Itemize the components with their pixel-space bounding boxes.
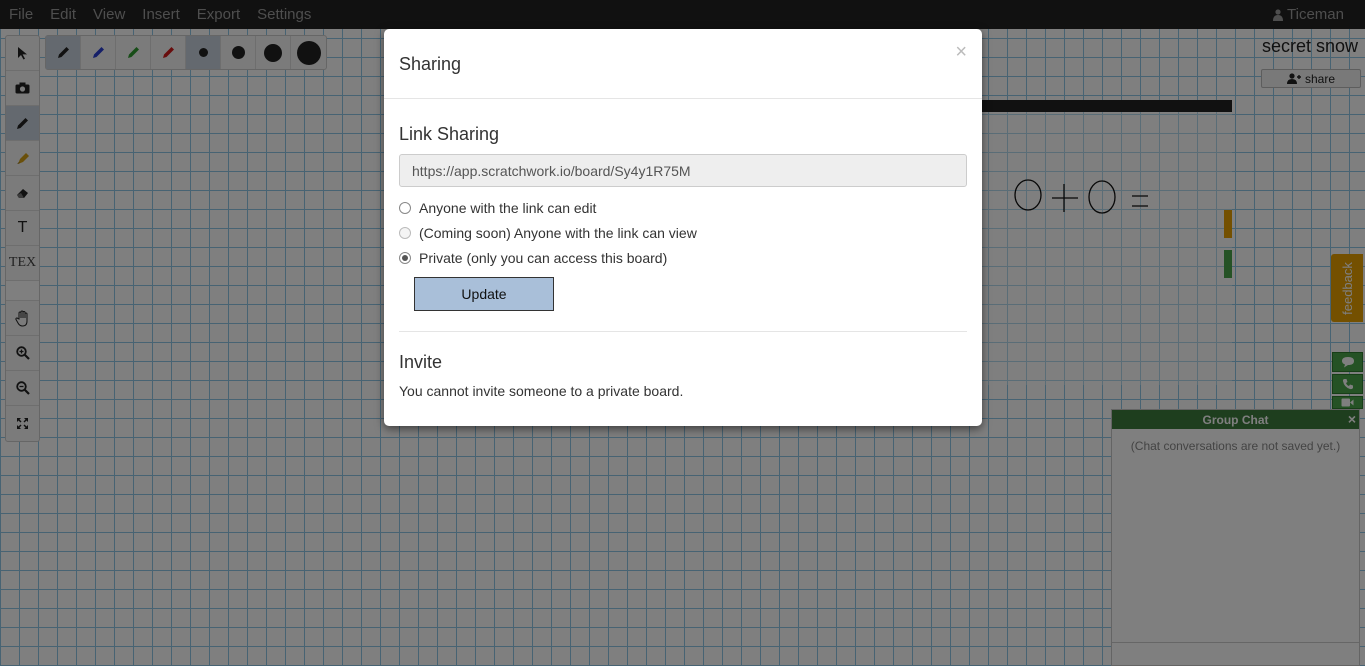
option-label: (Coming soon) Anyone with the link can v… <box>419 224 697 241</box>
option-anyone-can-view: (Coming soon) Anyone with the link can v… <box>399 220 967 245</box>
radio-button[interactable] <box>399 251 411 264</box>
radio-button[interactable] <box>399 201 411 214</box>
share-link-field[interactable] <box>399 154 967 187</box>
dialog-title: Sharing <box>399 54 462 74</box>
dialog-header: Sharing × <box>384 29 982 99</box>
option-label: Anyone with the link can edit <box>419 199 597 216</box>
section-divider <box>399 331 967 332</box>
option-anyone-can-edit[interactable]: Anyone with the link can edit <box>399 195 967 220</box>
invite-heading: Invite <box>399 352 443 372</box>
invite-message: You cannot invite someone to a private b… <box>399 383 684 399</box>
option-label: Private (only you can access this board) <box>419 249 668 266</box>
sharing-dialog: Sharing × Link Sharing Anyone with the l… <box>384 29 982 426</box>
link-sharing-heading: Link Sharing <box>399 124 500 144</box>
dialog-body: Link Sharing Anyone with the link can ed… <box>384 124 982 399</box>
radio-button <box>399 226 411 239</box>
option-private[interactable]: Private (only you can access this board) <box>399 245 967 270</box>
update-button[interactable]: Update <box>414 277 554 311</box>
close-icon[interactable]: × <box>955 41 967 64</box>
sharing-options: Anyone with the link can edit (Coming so… <box>399 195 967 270</box>
